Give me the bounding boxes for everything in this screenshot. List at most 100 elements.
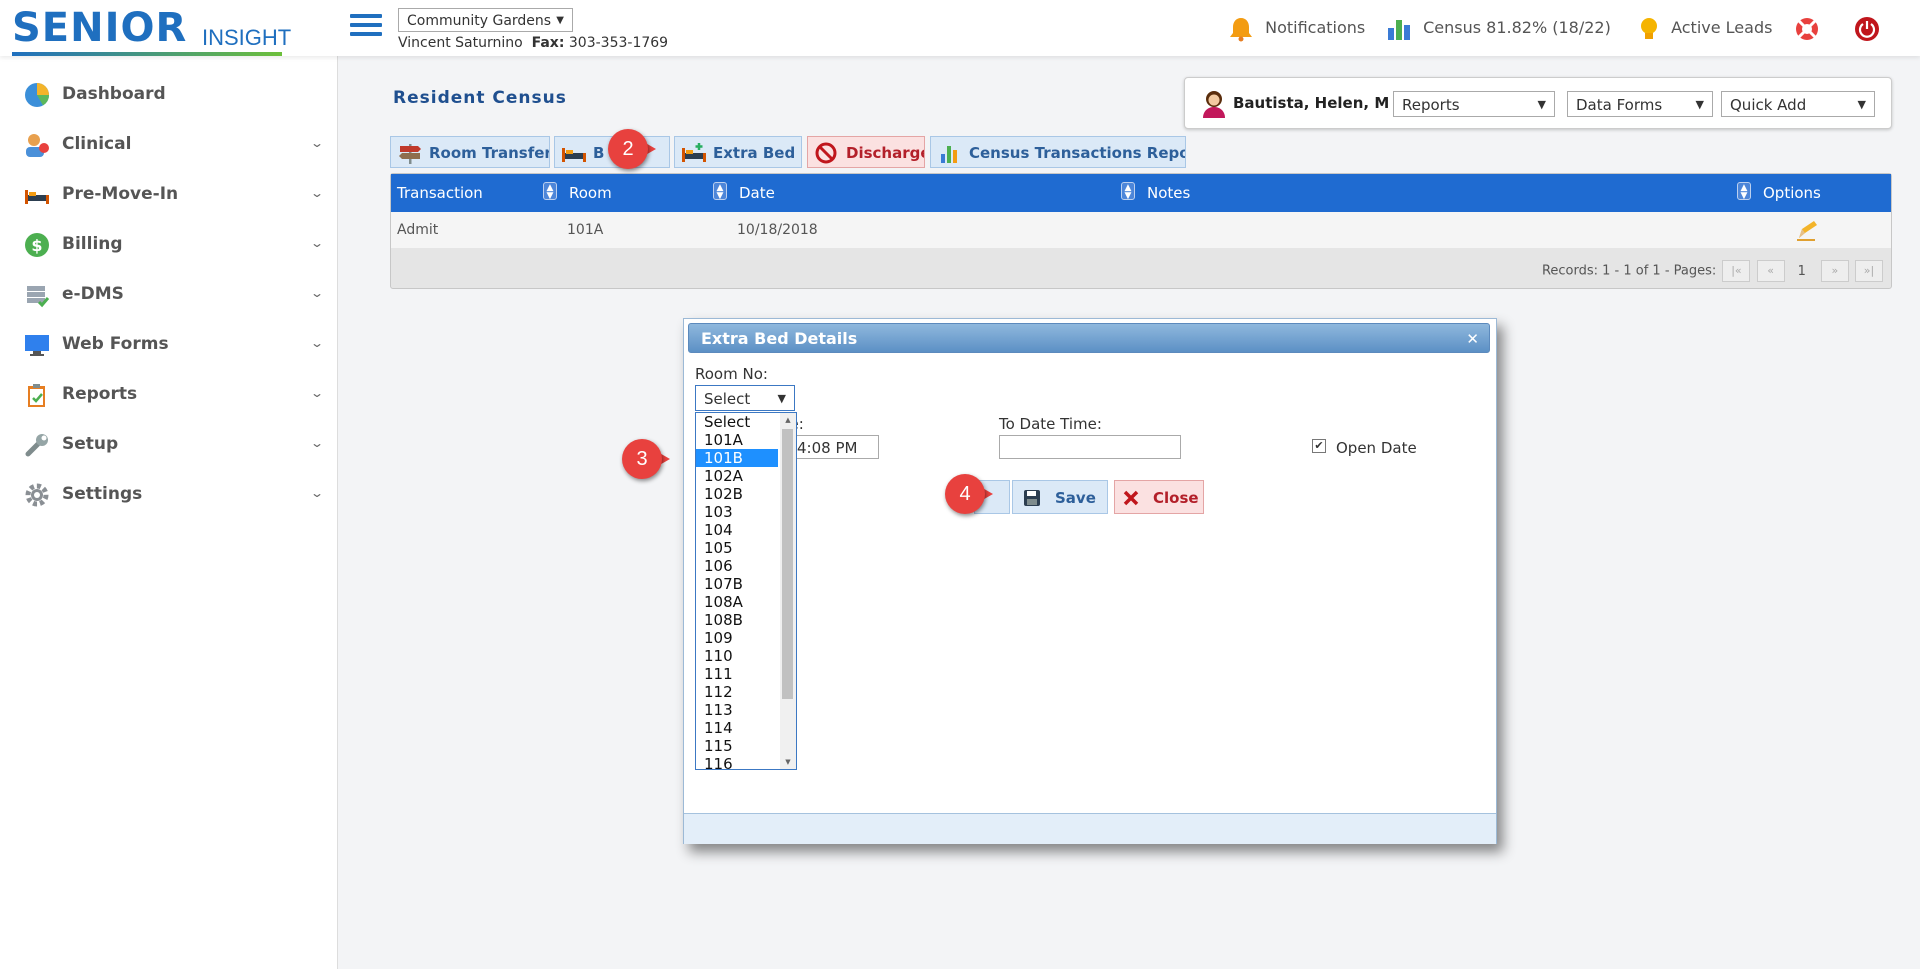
sidebar-item-setup[interactable]: Setup ⌄ [24,424,324,464]
table-row[interactable]: Admit 101A 10/18/2018 [391,212,1891,248]
census-grid: Transaction ▲ ▼ Room ▲ ▼ Date ▲ ▼ Notes ▲ ▼ … [390,173,1892,289]
to-date-time-label: To Date Time: [999,415,1102,433]
close-label: Close [1153,489,1199,507]
previous-page-icon[interactable]: « [1756,260,1785,282]
column-header-room[interactable]: Room [569,184,612,202]
room-option[interactable]: 108A [696,593,778,611]
scrollbar-thumb[interactable] [782,429,793,699]
room-option[interactable]: 103 [696,503,778,521]
scroll-up-icon[interactable]: ▲ [780,413,796,427]
room-no-dropdown-list[interactable]: Select 101A 101B 102A 102B 103 104 105 106 107B 10… [695,412,797,770]
column-header-transaction[interactable]: Transaction [397,184,483,202]
next-page-icon[interactable]: » [1820,260,1849,282]
sidebar-item-web-forms[interactable]: Web Forms ⌄ [24,324,324,364]
sidebar-item-dashboard[interactable]: Dashboard [24,74,324,114]
cell-room: 101A [567,222,604,238]
facility-select[interactable]: Community Gardens ▼ [398,8,573,32]
sidebar-item-e-dms[interactable]: e-DMS ⌄ [24,274,324,314]
dialog-footer [684,813,1496,844]
caret-down-icon: ▼ [1537,98,1546,111]
census-label: Census 81.82% (18/22) [1423,18,1611,37]
sidebar-item-billing[interactable]: $ Billing ⌄ [24,224,324,264]
resident-panel: Bautista, Helen, M Reports ▼ Data Forms ▼ … [1184,77,1892,129]
first-page-icon[interactable]: |« [1722,260,1751,282]
chevron-down-icon: ⌄ [309,286,325,300]
notifications-link[interactable]: Notifications [1228,14,1365,42]
room-option[interactable]: 110 [696,647,778,665]
to-date-time-input[interactable] [999,435,1181,459]
room-option[interactable]: 112 [696,683,778,701]
logout-button[interactable] [1854,14,1880,42]
census-report-label: Census Transactions Report [969,144,1186,162]
room-option[interactable]: 115 [696,737,778,755]
sidebar-item-clinical[interactable]: Clinical ⌄ [24,124,324,164]
room-option[interactable]: 108B [696,611,778,629]
discharge-button[interactable]: Discharge [807,136,925,168]
column-header-date[interactable]: Date [739,184,775,202]
caret-down-icon: ▼ [777,392,786,405]
last-page-icon[interactable]: »| [1855,260,1883,282]
fax-label: Fax: [531,35,565,51]
sidebar-item-settings[interactable]: Settings ⌄ [24,474,324,514]
from-date-time-input[interactable]: 4:08 PM [784,435,879,459]
active-leads-link[interactable]: Active Leads [1638,14,1772,42]
reports-select[interactable]: Reports ▼ [1393,91,1555,117]
sidebar-item-reports[interactable]: Reports ⌄ [24,374,324,414]
report-chart-icon [941,146,957,163]
menu-toggle-icon[interactable] [350,14,382,40]
grid-pager: Records: 1 - 1 of 1 - Pages: |« « 1 » »| [1542,260,1883,282]
active-leads-label: Active Leads [1671,18,1773,37]
edit-pencil-icon[interactable] [1795,218,1819,242]
room-option[interactable]: Select [696,413,778,431]
room-option[interactable]: 107B [696,575,778,593]
save-button[interactable]: Save [1012,480,1108,514]
sidebar: Dashboard Clinical ⌄ Pre-Move-In ⌄ $ Bil… [0,56,338,969]
quick-add-select[interactable]: Quick Add ▼ [1721,91,1875,117]
nurse-icon [26,134,49,157]
room-option[interactable]: 111 [696,665,778,683]
sidebar-item-pre-move-in[interactable]: Pre-Move-In ⌄ [24,174,324,214]
room-option[interactable]: 101B [696,449,778,467]
wrench-icon [25,434,48,457]
data-forms-select[interactable]: Data Forms ▼ [1567,91,1713,117]
chevron-down-icon: ⌄ [309,186,325,200]
dialog-header: Extra Bed Details ✕ [688,323,1490,353]
room-no-select[interactable]: Select ▼ [695,385,795,411]
room-transfer-label: Room Transfer [429,144,550,162]
column-header-options[interactable]: Options [1763,184,1821,202]
chevron-down-icon: ⌄ [309,436,325,450]
resident-name: Bautista, Helen, M [1233,94,1390,112]
step-number: 4 [945,474,985,514]
room-option[interactable]: 105 [696,539,778,557]
room-option[interactable]: 106 [696,557,778,575]
close-icon[interactable]: ✕ [1466,324,1479,354]
sort-icon[interactable]: ▲ ▼ [543,182,557,201]
sort-icon[interactable]: ▲ ▼ [1121,182,1135,201]
facility-select-value: Community Gardens [407,13,552,29]
scrollbar[interactable]: ▲ ▼ [780,413,796,769]
room-option[interactable]: 101A [696,431,778,449]
help-button[interactable] [1794,14,1820,42]
close-button[interactable]: Close [1114,480,1204,514]
open-date-checkbox[interactable]: ✔ [1312,439,1326,453]
chevron-down-icon: ⌄ [309,336,325,350]
room-option[interactable]: 114 [696,719,778,737]
scroll-down-icon[interactable]: ▼ [780,755,796,769]
sort-icon[interactable]: ▲ ▼ [713,182,727,201]
step-number: 3 [622,439,662,479]
room-option[interactable]: 109 [696,629,778,647]
senior-insight-logo[interactable]: SENIOR INSIGHT [12,6,291,56]
census-transactions-report-button[interactable]: Census Transactions Report [930,136,1186,168]
room-option[interactable]: 113 [696,701,778,719]
room-option[interactable]: 102A [696,467,778,485]
extra-bed-button[interactable]: Extra Bed [674,136,802,168]
column-header-notes[interactable]: Notes [1147,184,1190,202]
room-option[interactable]: 116 [696,755,778,769]
current-page[interactable]: 1 [1789,264,1815,279]
gear-icon [25,483,49,507]
room-option[interactable]: 102B [696,485,778,503]
census-link[interactable]: Census 81.82% (18/22) [1386,14,1611,42]
sort-icon[interactable]: ▲ ▼ [1737,182,1751,201]
room-option[interactable]: 104 [696,521,778,539]
room-transfer-button[interactable]: Room Transfer [390,136,550,168]
